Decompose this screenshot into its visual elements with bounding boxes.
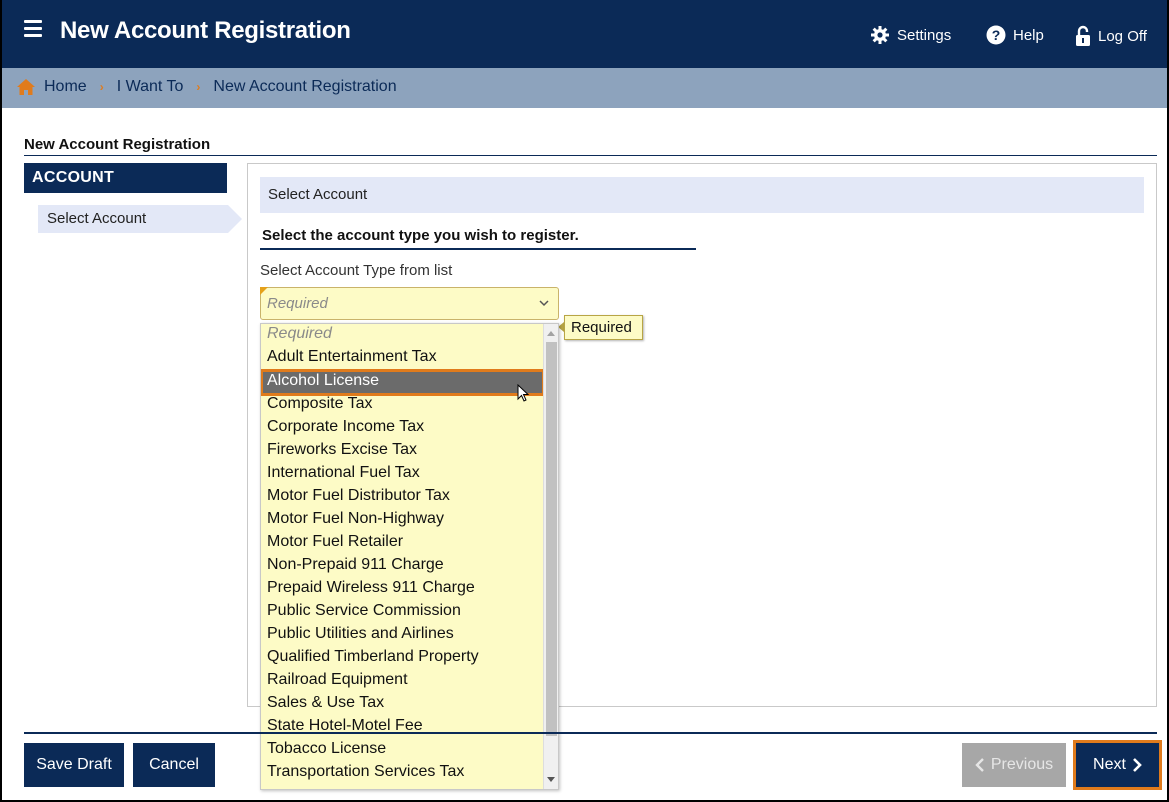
settings-link[interactable]: Settings <box>870 25 951 45</box>
gear-icon <box>871 26 889 44</box>
dropdown-option[interactable]: Public Utilities and Airlines <box>262 624 543 647</box>
breadcrumb: Home › I Want To › New Account Registrat… <box>2 68 1167 108</box>
logoff-label: Log Off <box>1098 27 1147 45</box>
chevron-right-icon: › <box>99 80 104 94</box>
settings-label: Settings <box>897 26 952 44</box>
scrollbar-thumb[interactable] <box>546 342 557 736</box>
divider <box>260 248 696 250</box>
nav-item-select-account[interactable]: Select Account <box>38 205 245 233</box>
dropdown-option[interactable]: Motor Fuel Distributor Tax <box>262 486 543 509</box>
previous-button[interactable]: Previous <box>962 743 1066 787</box>
top-header: New Account Registration Settings ? Help… <box>2 0 1167 68</box>
next-button[interactable]: Next <box>1073 740 1162 790</box>
dropdown-option[interactable]: Transportation Services Tax <box>262 762 543 785</box>
dropdown-option[interactable]: Sales & Use Tax <box>262 693 543 716</box>
dropdown-option[interactable]: State Hotel-Motel Fee <box>262 716 543 739</box>
dropdown-scrollbar[interactable] <box>543 324 558 789</box>
dropdown-option[interactable]: Adult Entertainment Tax <box>262 347 543 370</box>
help-label: Help <box>1013 26 1044 44</box>
chevron-left-icon <box>975 758 984 772</box>
mouse-cursor-icon <box>517 384 530 402</box>
dropdown-option[interactable]: Required <box>262 324 543 347</box>
dropdown-option[interactable]: Tobacco License <box>262 739 543 762</box>
section-title: Select Account <box>260 177 1144 213</box>
dropdown-option[interactable]: International Fuel Tax <box>262 463 543 486</box>
logoff-link[interactable]: Log Off <box>1075 25 1147 47</box>
hamburger-menu-icon[interactable] <box>24 20 42 37</box>
account-type-dropdown-list[interactable]: Required Adult Entertainment Tax Alcohol… <box>260 323 559 790</box>
scroll-up-arrow-icon[interactable] <box>547 331 555 336</box>
divider <box>24 732 1157 734</box>
app-title: New Account Registration <box>60 17 351 44</box>
previous-label: Previous <box>990 756 1054 773</box>
cancel-button[interactable]: Cancel <box>133 743 215 787</box>
save-draft-button[interactable]: Save Draft <box>24 743 124 787</box>
dropdown-option[interactable]: Fireworks Excise Tax <box>262 440 543 463</box>
help-link[interactable]: ? Help <box>986 25 1044 45</box>
chevron-right-icon: › <box>196 80 201 94</box>
dropdown-option[interactable]: Railroad Equipment <box>262 670 543 693</box>
page-title: New Account Registration <box>24 136 211 153</box>
dropdown-option[interactable]: Motor Fuel Non-Highway <box>262 509 543 532</box>
dropdown-option[interactable]: Corporate Income Tax <box>262 417 543 440</box>
dropdown-option[interactable]: Public Service Commission <box>262 601 543 624</box>
dropdown-option[interactable]: Composite Tax <box>262 394 543 417</box>
dropdown-option-highlighted[interactable]: Alcohol License <box>261 369 545 396</box>
required-tooltip: Required <box>564 315 643 340</box>
breadcrumb-current: New Account Registration <box>213 78 397 95</box>
breadcrumb-home[interactable]: Home <box>44 78 87 96</box>
app-window: New Account Registration Settings ? Help… <box>0 0 1169 802</box>
instruction-text: Select the account type you wish to regi… <box>262 227 579 244</box>
required-indicator <box>260 287 268 295</box>
chevron-right-icon <box>1133 758 1142 772</box>
lock-icon <box>1076 25 1090 46</box>
account-type-select[interactable]: Required <box>260 287 559 320</box>
divider <box>24 155 1157 156</box>
svg-text:?: ? <box>992 27 1001 43</box>
nav-header: ACCOUNT <box>24 163 227 193</box>
chevron-down-icon <box>539 300 549 307</box>
nav-item-label: Select Account <box>47 210 147 227</box>
scroll-down-arrow-icon[interactable] <box>547 777 555 782</box>
breadcrumb-i-want-to[interactable]: I Want To <box>117 78 184 96</box>
home-icon[interactable] <box>16 78 36 96</box>
select-value: Required <box>267 295 328 312</box>
dropdown-option[interactable]: Motor Fuel Retailer <box>262 532 543 555</box>
help-icon: ? <box>986 25 1006 45</box>
dropdown-option[interactable]: Non-Prepaid 911 Charge <box>262 555 543 578</box>
account-type-label: Select Account Type from list <box>260 262 453 279</box>
dropdown-option[interactable]: Prepaid Wireless 911 Charge <box>262 578 543 601</box>
next-label: Next <box>1093 756 1126 773</box>
dropdown-option[interactable]: Qualified Timberland Property <box>262 647 543 670</box>
